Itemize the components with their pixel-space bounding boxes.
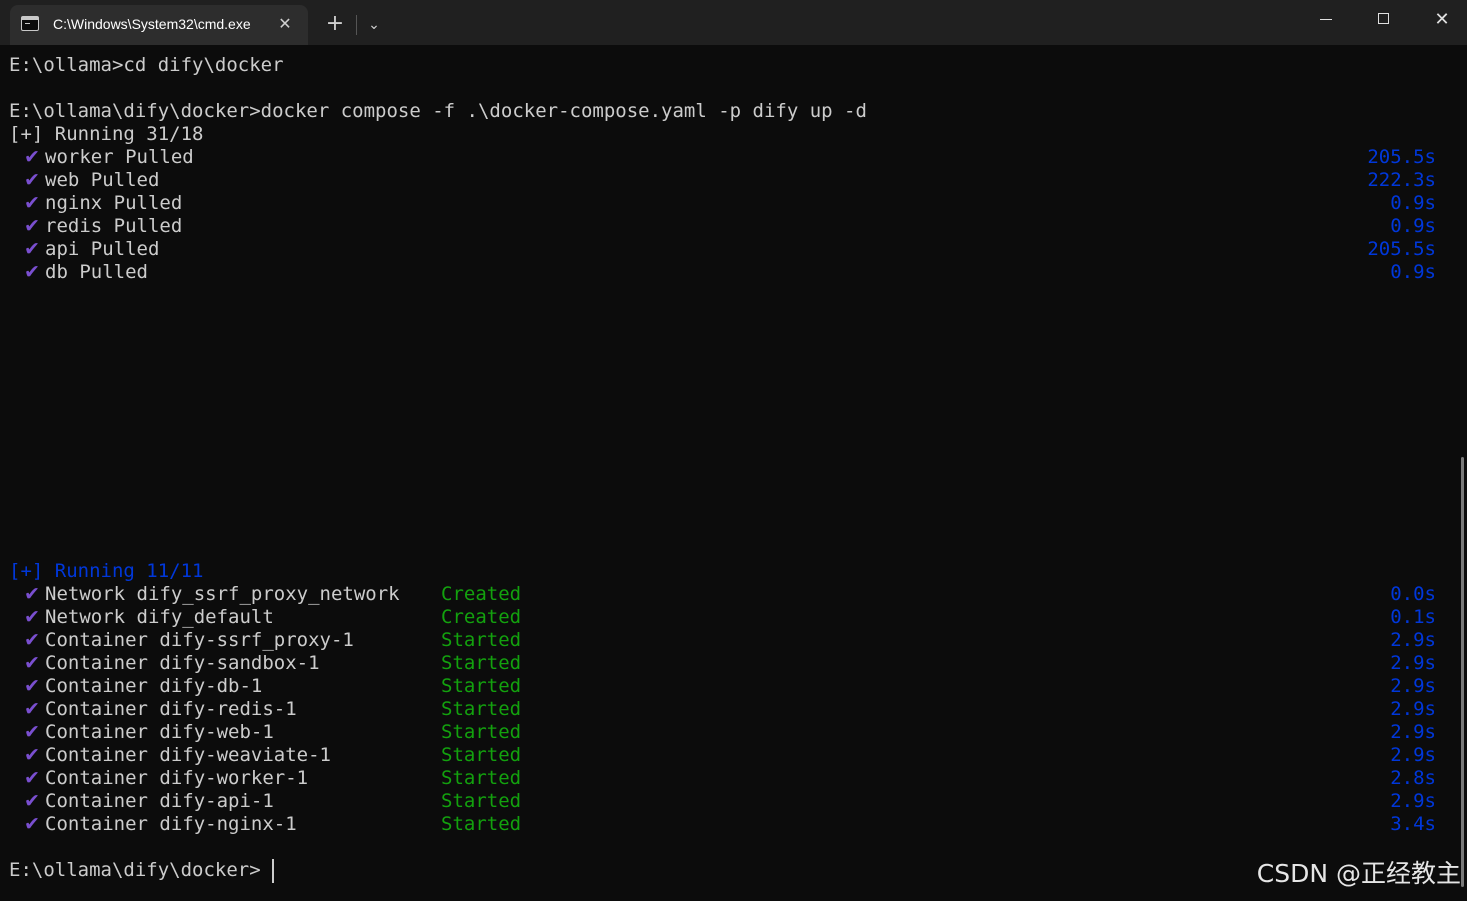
pull-row-time: 0.9s [1390, 192, 1436, 214]
check-icon: ✔ [24, 238, 40, 260]
check-icon: ✔ [24, 698, 40, 720]
pull-row-label: redis Pulled [45, 215, 183, 237]
pull-row-time: 205.5s [1367, 238, 1436, 260]
run-progress-header: [+] Running 11/11 [9, 560, 204, 582]
text-cursor [272, 859, 274, 883]
pull-row-label: web Pulled [45, 169, 160, 191]
resource-row-label: Container dify-ssrf_proxy-1 [45, 629, 354, 651]
watermark: CSDN @正经教主 [1256, 859, 1461, 888]
terminal-window: C:\Windows\System32\cmd.exe ✕ + ⌄ ✕ E:\o… [0, 0, 1467, 901]
check-icon: ✔ [24, 767, 40, 789]
tab-title: C:\Windows\System32\cmd.exe [53, 16, 251, 32]
resource-row-time: 2.9s [1390, 675, 1436, 697]
check-icon: ✔ [24, 169, 40, 191]
resource-row-status: Created [441, 606, 522, 628]
resource-row-label: Container dify-worker-1 [45, 767, 309, 789]
pull-row-label: worker Pulled [45, 146, 194, 168]
check-icon: ✔ [24, 261, 40, 283]
resource-row-status: Created [441, 583, 522, 605]
resource-row-status: Started [441, 744, 522, 766]
resource-row-status: Started [441, 629, 522, 651]
chevron-down-icon[interactable]: ⌄ [360, 10, 388, 40]
check-icon: ✔ [24, 583, 40, 605]
resource-row-time: 2.9s [1390, 721, 1436, 743]
maximize-button[interactable] [1355, 0, 1413, 40]
resource-row-label: Container dify-nginx-1 [45, 813, 297, 835]
resource-row-time: 2.9s [1390, 629, 1436, 651]
pull-row-label: api Pulled [45, 238, 160, 260]
terminal-icon [21, 16, 39, 31]
check-icon: ✔ [24, 675, 40, 697]
resource-row-label: Container dify-db-1 [45, 675, 263, 697]
resource-row-label: Container dify-sandbox-1 [45, 652, 320, 674]
resource-row-label: Network dify_default [45, 606, 274, 628]
resource-row-time: 0.0s [1390, 583, 1436, 605]
resource-row-label: Container dify-redis-1 [45, 698, 297, 720]
scrollbar-thumb[interactable] [1461, 457, 1464, 887]
pull-row-time: 222.3s [1367, 169, 1436, 191]
check-icon: ✔ [24, 606, 40, 628]
pull-row-label: db Pulled [45, 261, 148, 283]
tab-separator [356, 15, 357, 35]
resource-row-status: Started [441, 813, 522, 835]
check-icon: ✔ [24, 721, 40, 743]
tab-cmd[interactable]: C:\Windows\System32\cmd.exe ✕ [10, 5, 308, 45]
resource-row-label: Container dify-web-1 [45, 721, 274, 743]
resource-row-time: 0.1s [1390, 606, 1436, 628]
tab-close-icon[interactable]: ✕ [274, 13, 296, 35]
resource-row-time: 2.9s [1390, 744, 1436, 766]
new-tab-button[interactable]: + [320, 9, 350, 39]
resource-row-label: Container dify-weaviate-1 [45, 744, 331, 766]
command-prompt[interactable]: E:\ollama\dify\docker> [9, 859, 1449, 882]
check-icon: ✔ [24, 215, 40, 237]
maximize-icon [1378, 13, 1389, 24]
title-bar: C:\Windows\System32\cmd.exe ✕ + ⌄ ✕ [0, 0, 1467, 45]
pull-row-time: 205.5s [1367, 146, 1436, 168]
resource-row-label: Network dify_ssrf_proxy_network [45, 583, 400, 605]
minimize-button[interactable] [1297, 0, 1355, 40]
resource-row-time: 2.9s [1390, 698, 1436, 720]
resource-row-status: Started [441, 767, 522, 789]
pull-row-time: 0.9s [1390, 261, 1436, 283]
resource-row-status: Started [441, 698, 522, 720]
resource-row-status: Started [441, 790, 522, 812]
check-icon: ✔ [24, 629, 40, 651]
check-icon: ✔ [24, 790, 40, 812]
pull-row-time: 0.9s [1390, 215, 1436, 237]
pull-progress-header: [+] Running 31/18 [9, 123, 204, 145]
minimize-icon [1320, 19, 1332, 20]
resource-row-time: 2.9s [1390, 652, 1436, 674]
resource-row-time: 2.9s [1390, 790, 1436, 812]
check-icon: ✔ [24, 744, 40, 766]
check-icon: ✔ [24, 813, 40, 835]
resource-row-status: Started [441, 675, 522, 697]
resource-row-status: Started [441, 721, 522, 743]
check-icon: ✔ [24, 146, 40, 168]
check-icon: ✔ [24, 192, 40, 214]
pull-row-label: nginx Pulled [45, 192, 183, 214]
resource-row-status: Started [441, 652, 522, 674]
close-window-button[interactable]: ✕ [1413, 0, 1467, 40]
terminal-output[interactable]: E:\ollama>cd dify\docker E:\ollama\dify\… [0, 45, 1467, 901]
resource-row-time: 2.8s [1390, 767, 1436, 789]
resource-row-label: Container dify-api-1 [45, 790, 274, 812]
close-icon: ✕ [1434, 9, 1450, 30]
check-icon: ✔ [24, 652, 40, 674]
compose-command-line: E:\ollama\dify\docker>docker compose -f … [9, 100, 867, 122]
cd-command-line: E:\ollama>cd dify\docker [9, 54, 284, 76]
resource-row-time: 3.4s [1390, 813, 1436, 835]
